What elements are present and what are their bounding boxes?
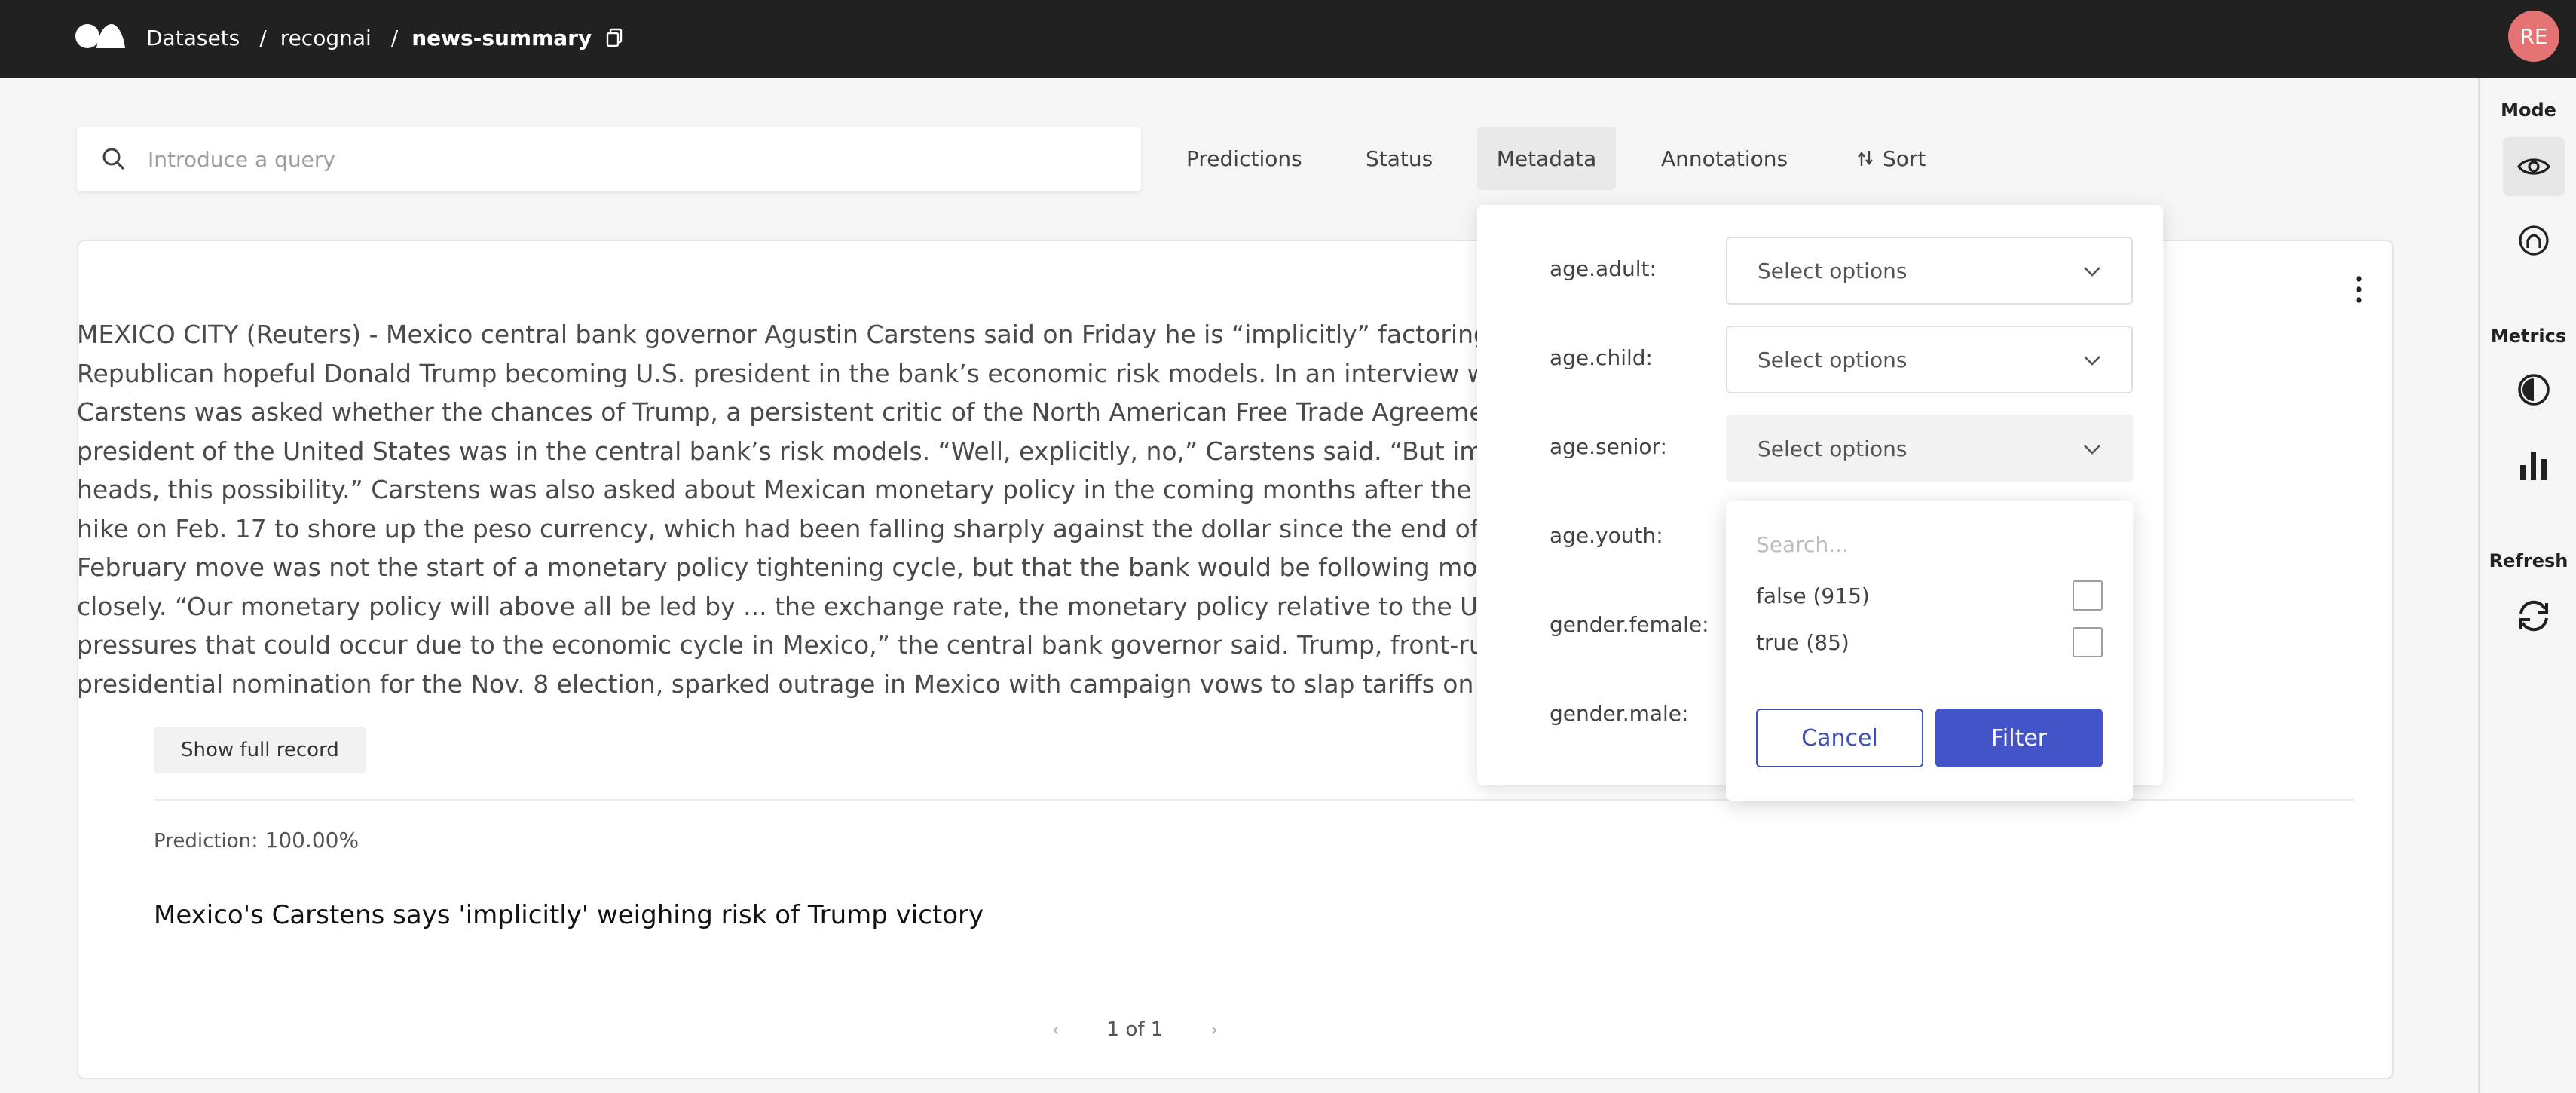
metadata-label-age-adult: age.adult: [1550,256,1657,281]
search-icon [102,148,125,170]
refresh-label: Refresh [2489,550,2568,571]
option-checkbox[interactable] [2073,627,2103,657]
user-avatar[interactable]: RE [2508,11,2559,62]
search-bar [77,127,1141,191]
tab-status[interactable]: Status [1345,127,1454,190]
breadcrumb-separator: / [390,25,399,51]
cancel-button[interactable]: Cancel [1756,709,1923,767]
prediction-text: Mexico's Carstens says 'implicitly' weig… [154,900,984,930]
right-sidebar: Mode Metrics Refresh [2478,78,2576,1093]
explore-mode-button[interactable] [2503,137,2565,196]
options-search-input[interactable] [1756,528,2103,561]
bar-chart-icon [2520,452,2547,480]
record-text-line: Carstens was asked whether the chances o… [77,397,1479,427]
eye-icon [2517,158,2550,175]
option-label[interactable]: false (915) [1756,583,1870,608]
record-text-line: closely. “Our monetary policy will above… [77,591,1479,621]
prediction-label: Prediction [154,830,252,853]
age-senior-select[interactable]: Select options [1726,415,2133,482]
metadata-label-age-youth: age.youth: [1550,523,1663,548]
app-logo[interactable] [74,21,127,51]
option-label[interactable]: true (85) [1756,630,1849,655]
breadcrumb-workspace[interactable]: recognai [280,26,372,51]
breadcrumb-dataset-name: news-summary [411,25,592,51]
more-options-icon[interactable] [2351,273,2366,306]
breadcrumb-datasets[interactable]: Datasets [146,26,240,51]
record-text-line: hike on Feb. 17 to shore up the peso cur… [77,513,1479,543]
option-checkbox[interactable] [2073,580,2103,611]
previous-page-button[interactable]: ‹ [1052,1019,1060,1040]
record-text: MEXICO CITY (Reuters) - Mexico central b… [77,315,1479,707]
annotate-icon [2519,225,2549,256]
metadata-label-age-senior: age.senior: [1550,434,1667,459]
select-placeholder: Select options [1758,436,1908,461]
breadcrumb-separator: / [259,25,267,51]
select-placeholder: Select options [1758,347,1908,372]
select-placeholder: Select options [1758,258,1908,283]
progress-icon [2518,374,2550,406]
tab-metadata[interactable]: Metadata [1477,127,1616,190]
record-text-line: heads, this possibility.” Carstens was a… [77,475,1479,504]
page-indicator: 1 of 1 [1106,1018,1164,1041]
age-adult-select[interactable]: Select options [1726,237,2133,305]
prediction-score: Prediction: 100.00% [154,828,359,853]
refresh-icon [2519,600,2548,632]
record-text-line: MEXICO CITY (Reuters) - Mexico central b… [77,320,1479,349]
metadata-label-gender-male: gender.male: [1550,701,1689,726]
refresh-button[interactable] [2503,586,2565,645]
stats-metrics-button[interactable] [2503,436,2565,494]
breadcrumb: Datasets / recognai / news-summary [146,23,625,53]
copy-icon[interactable] [605,27,625,48]
metadata-label-age-child: age.child: [1550,345,1653,370]
options-dropdown: false (915) true (85) Cancel Filter [1726,501,2133,801]
tab-sort-label: Sort [1883,145,1926,171]
chevron-down-icon [2084,445,2100,455]
show-full-record-button[interactable]: Show full record [154,727,366,773]
mode-label: Mode [2501,100,2556,121]
record-text-line: Republican hopeful Donald Trump becoming… [77,358,1479,388]
pagination: ‹ 1 of 1 › [1052,1015,1218,1045]
chevron-down-icon [2084,356,2100,366]
annotate-mode-button[interactable] [2503,211,2565,270]
sort-icon [1858,151,1873,166]
prediction-value: : 100.00% [251,828,359,853]
age-child-select[interactable]: Select options [1726,326,2133,393]
record-text-line: presidential nomination for the Nov. 8 e… [77,669,1479,699]
record-text-line: president of the United States was in th… [77,436,1479,466]
tab-sort[interactable]: Sort [1836,127,1947,190]
chevron-down-icon [2084,267,2100,277]
search-input[interactable] [148,140,1112,178]
tab-annotations[interactable]: Annotations [1640,127,1809,190]
progress-metrics-button[interactable] [2503,360,2565,419]
metadata-label-gender-female: gender.female: [1550,612,1709,637]
metrics-label: Metrics [2490,326,2567,347]
next-page-button[interactable]: › [1210,1019,1218,1040]
tab-predictions[interactable]: Predictions [1165,127,1323,190]
top-bar: Datasets / recognai / news-summary RE [0,0,2576,78]
record-text-line: February move was not the start of a mon… [77,553,1479,582]
record-text-line: pressures that could occur due to the ec… [77,630,1479,660]
filter-button[interactable]: Filter [1935,709,2103,767]
